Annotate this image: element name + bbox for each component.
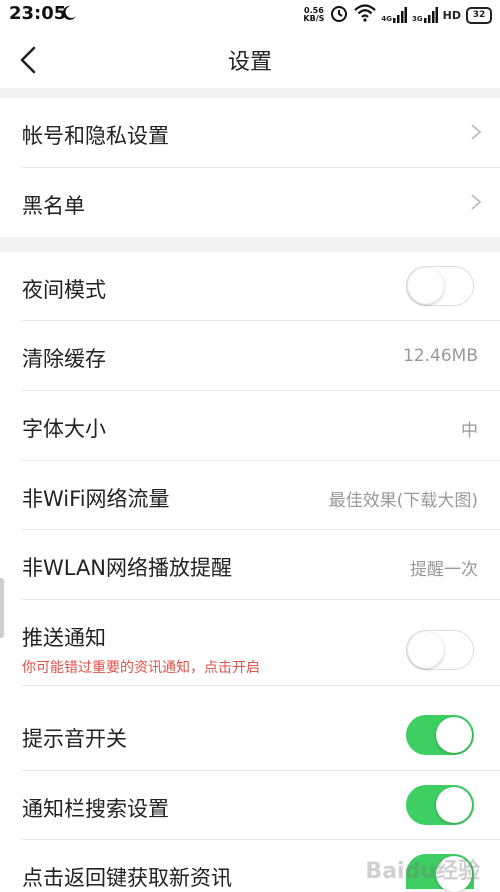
- push-warning-text[interactable]: 你可能错过重要的资讯通知，点击开启: [22, 657, 260, 677]
- status-time: 23:05: [9, 3, 67, 24]
- network-speed: 0.56 KB/S: [303, 6, 325, 23]
- non-wifi-value: 最佳效果(下载大图): [328, 491, 478, 511]
- status-icons: 0.56 KB/S 4G 3G HD 32: [303, 4, 492, 26]
- non-wifi-label: 非WiFi网络流量: [22, 487, 170, 511]
- section-divider: [0, 88, 500, 98]
- wifi-icon: [354, 4, 377, 26]
- sound-label: 提示音开关: [22, 727, 127, 751]
- account-privacy-label: 帐号和隐私设置: [22, 124, 169, 148]
- night-mode-item: 夜间模式: [0, 252, 500, 321]
- signal-4g-icon: 4G: [381, 7, 408, 23]
- clear-cache-item[interactable]: 清除缓存 12.46MB: [0, 321, 500, 390]
- clear-cache-label: 清除缓存: [22, 347, 106, 371]
- push-label: 推送通知: [22, 626, 106, 650]
- non-wlan-value: 提醒一次: [410, 560, 478, 580]
- chevron-right-icon: [471, 124, 482, 140]
- signal-3g-icon: 3G: [412, 7, 438, 23]
- blacklist-label: 黑名单: [22, 194, 85, 218]
- font-size-value: 中: [461, 421, 478, 441]
- moon-icon: [60, 4, 78, 26]
- non-wifi-traffic-item[interactable]: 非WiFi网络流量 最佳效果(下载大图): [0, 461, 500, 529]
- back-refresh-label: 点击返回键获取新资讯: [22, 866, 232, 890]
- edge-handle[interactable]: [0, 578, 4, 638]
- title-bar: 设置: [0, 30, 500, 88]
- account-privacy-item[interactable]: 帐号和隐私设置: [0, 98, 500, 167]
- font-size-item[interactable]: 字体大小 中: [0, 391, 500, 460]
- push-notification-item: 推送通知 你可能错过重要的资讯通知，点击开启: [0, 600, 500, 685]
- cache-size-value: 12.46MB: [403, 346, 478, 366]
- hd-icon: HD: [442, 8, 461, 22]
- notification-search-toggle[interactable]: [406, 785, 474, 825]
- alarm-icon: [329, 3, 349, 27]
- sound-item: 提示音开关: [0, 686, 500, 770]
- page-title: 设置: [227, 50, 272, 75]
- non-wlan-label: 非WLAN网络播放提醒: [22, 556, 233, 580]
- battery-icon: 32: [466, 6, 492, 24]
- night-mode-toggle[interactable]: [406, 266, 474, 306]
- sound-toggle[interactable]: [406, 715, 474, 755]
- chevron-right-icon: [471, 194, 482, 210]
- status-bar: 23:05 0.56 KB/S 4G 3G HD 32: [0, 0, 500, 30]
- font-size-label: 字体大小: [22, 417, 106, 441]
- night-mode-label: 夜间模式: [22, 278, 106, 302]
- watermark: Baidu经验: [365, 859, 480, 884]
- notification-search-item: 通知栏搜索设置: [0, 771, 500, 839]
- blacklist-item[interactable]: 黑名单: [0, 168, 500, 237]
- notification-search-label: 通知栏搜索设置: [22, 797, 169, 821]
- push-toggle[interactable]: [406, 630, 474, 670]
- section-divider: [0, 237, 500, 252]
- non-wlan-playback-item[interactable]: 非WLAN网络播放提醒 提醒一次: [0, 530, 500, 599]
